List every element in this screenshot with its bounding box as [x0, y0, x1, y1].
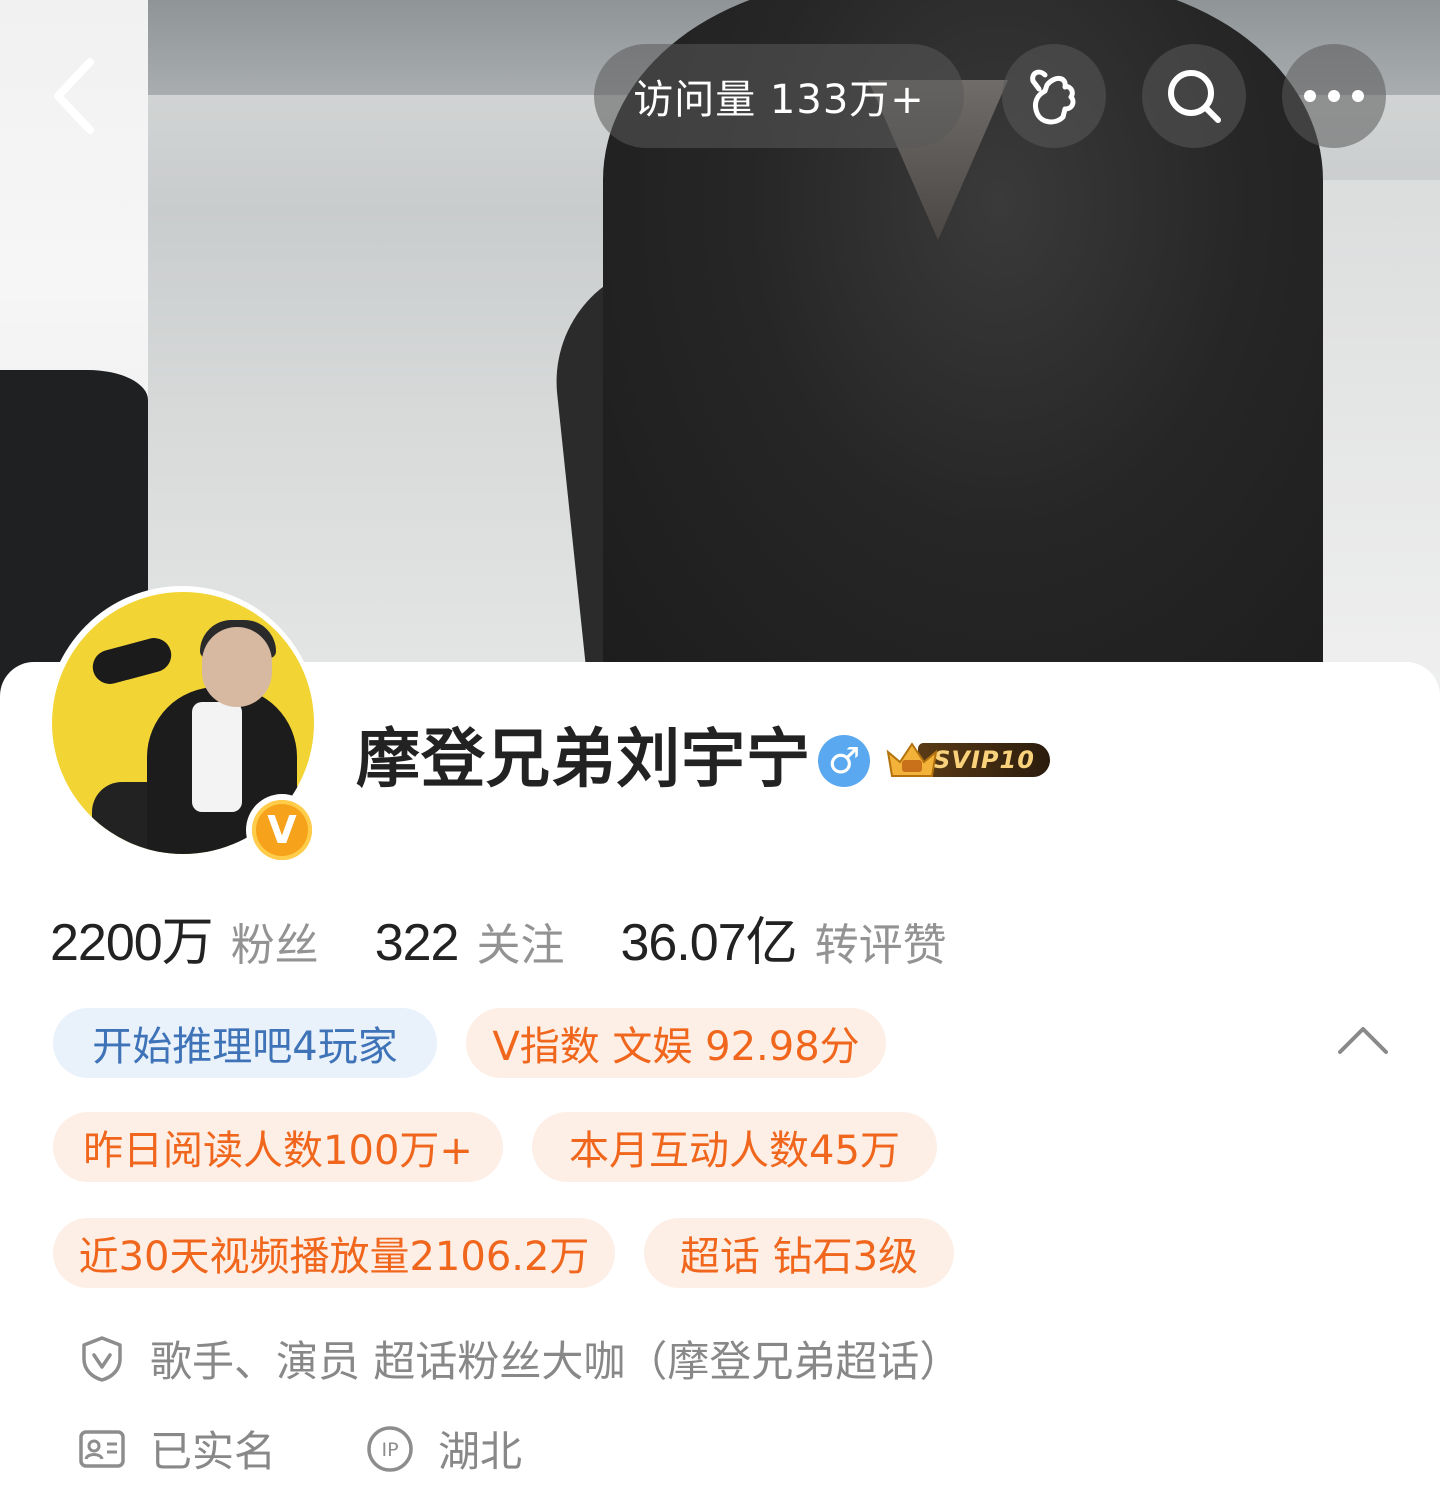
search-icon	[1168, 70, 1221, 123]
back-button[interactable]	[40, 56, 110, 136]
visits-label: 访问量 133万+	[633, 77, 925, 123]
ip-icon: IP	[367, 1425, 413, 1472]
crown-icon	[886, 742, 938, 777]
back-chevron-icon	[54, 58, 94, 134]
search-button[interactable]	[1142, 44, 1246, 148]
finger-heart-icon	[1030, 69, 1076, 125]
following-count[interactable]: 322	[375, 913, 460, 973]
verification-text: 歌手、演员 超话粉丝大咖（摩登兄弟超话）	[150, 1337, 962, 1386]
real-name-info: 已实名	[78, 1418, 276, 1479]
verified-v-icon: V	[252, 800, 312, 860]
verification-info: 歌手、演员 超话粉丝大咖（摩登兄弟超话）	[78, 1328, 961, 1389]
followers-count[interactable]: 2200万	[50, 900, 214, 975]
male-gender-icon: ♂	[818, 735, 870, 787]
more-button[interactable]	[1282, 44, 1386, 148]
following-label[interactable]: 关注	[476, 909, 564, 973]
tag-video-plays[interactable]: 近30天视频播放量2106.2万	[53, 1218, 615, 1288]
ip-location-info: IP 湖北	[366, 1418, 522, 1479]
svip-label: SVIP10	[933, 746, 1035, 774]
tag-super-topic-level[interactable]: 超话 钻石3级	[644, 1218, 954, 1288]
id-card-icon	[79, 1429, 125, 1468]
svip-badge[interactable]: SVIP10	[884, 738, 1052, 782]
tag-yesterday-readers[interactable]: 昨日阅读人数100万+	[53, 1112, 503, 1182]
verified-badge: V	[246, 794, 318, 866]
interactions-label[interactable]: 转评赞	[815, 909, 947, 973]
stats-row: 2200万 粉丝 322 关注 36.07亿 转评赞	[50, 900, 1003, 973]
tag-monthly-interactions[interactable]: 本月互动人数45万	[532, 1112, 937, 1182]
ip-location-text: 湖北	[438, 1427, 523, 1476]
finger-heart-button[interactable]	[1002, 44, 1106, 148]
interactions-count[interactable]: 36.07亿	[620, 900, 797, 975]
profile-name: 摩登兄弟刘宇宁	[356, 723, 811, 797]
visits-counter[interactable]: 访问量 133万+	[594, 44, 964, 148]
followers-label[interactable]: 粉丝	[231, 909, 319, 973]
real-name-text: 已实名	[150, 1427, 277, 1476]
shield-v-icon	[82, 1335, 122, 1382]
tag-v-index[interactable]: V指数 文娱 92.98分	[466, 1008, 886, 1078]
more-icon	[1304, 90, 1364, 102]
tag-game-player[interactable]: 开始推理吧4玩家	[53, 1008, 437, 1078]
svg-text:IP: IP	[381, 1439, 398, 1461]
collapse-chevron-up-icon[interactable]	[1336, 1020, 1390, 1060]
